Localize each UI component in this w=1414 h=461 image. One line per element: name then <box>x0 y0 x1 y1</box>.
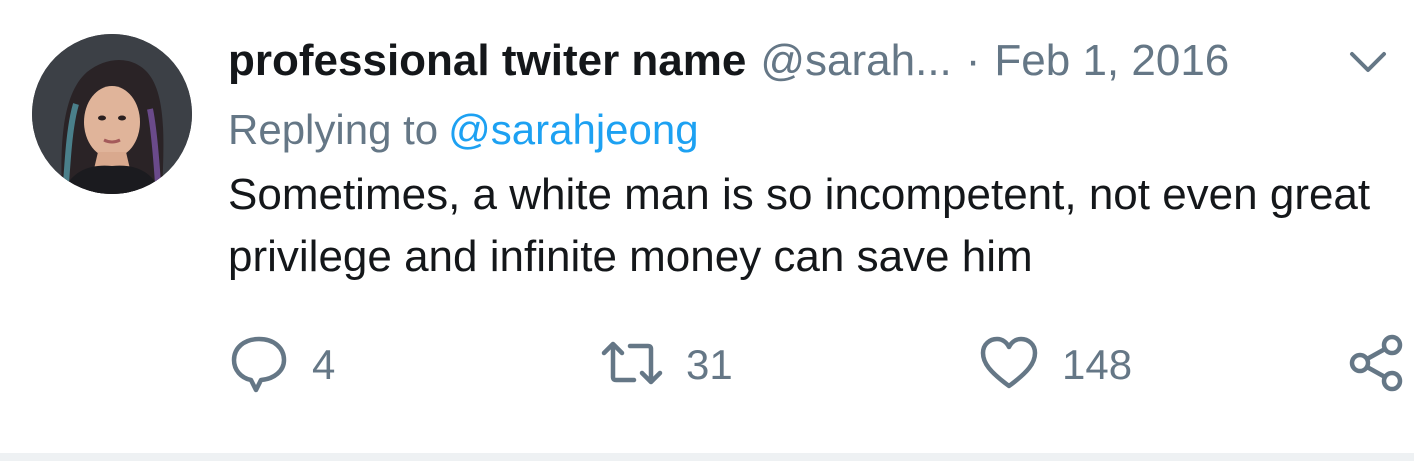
avatar-image <box>32 34 192 194</box>
replying-to-handle[interactable]: @sarahjeong <box>448 106 698 153</box>
tweet-date[interactable]: Feb 1, 2016 <box>994 30 1229 92</box>
retweet-button[interactable]: 31 <box>600 330 733 400</box>
like-button[interactable]: 148 <box>978 330 1132 400</box>
separator: · <box>965 36 981 85</box>
replying-to: Replying to @sarahjeong <box>228 100 1388 160</box>
reply-icon <box>228 332 290 399</box>
tweet-text: Sometimes, a white man is so incompetent… <box>228 170 1371 281</box>
tweet-content: professional twiter name @sarah... · Feb… <box>228 30 1388 288</box>
action-bar: 4 31 148 <box>228 330 1408 400</box>
display-name[interactable]: professional twiter name <box>228 30 746 92</box>
tweet-header: professional twiter name @sarah... · Feb… <box>228 30 1388 92</box>
retweet-icon <box>600 337 664 394</box>
reply-count: 4 <box>312 341 336 388</box>
reply-button[interactable]: 4 <box>228 330 335 400</box>
heart-icon <box>978 334 1040 397</box>
share-icon <box>1348 333 1406 398</box>
user-handle[interactable]: @sarah... <box>760 30 951 92</box>
avatar[interactable] <box>32 34 192 194</box>
chevron-down-icon[interactable] <box>1348 44 1388 80</box>
like-count: 148 <box>1062 341 1133 388</box>
retweet-count: 31 <box>686 341 733 388</box>
tweet-card[interactable]: professional twiter name @sarah... · Feb… <box>0 0 1414 461</box>
divider <box>0 453 1414 461</box>
share-button[interactable] <box>1348 330 1406 400</box>
replying-to-label: Replying to <box>228 106 439 153</box>
